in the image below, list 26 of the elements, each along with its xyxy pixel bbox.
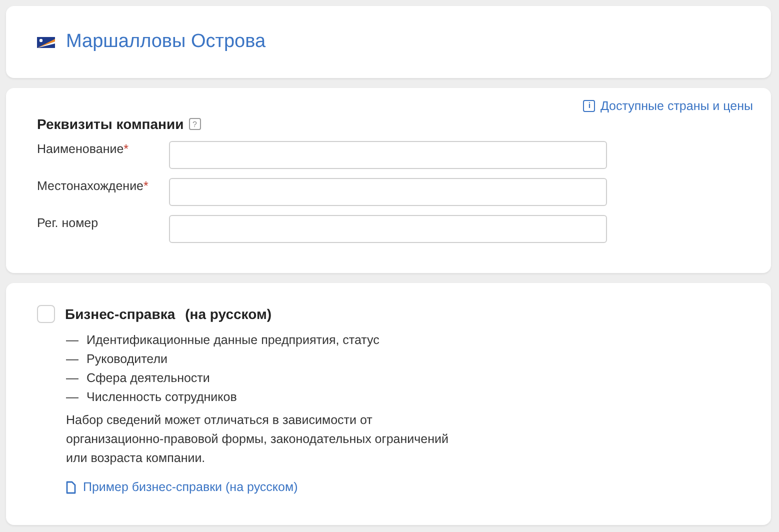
- field-label: Наименование*: [37, 141, 130, 156]
- input-field[interactable]: [169, 141, 607, 169]
- section-title: Реквизиты компании: [37, 116, 184, 132]
- checkbox[interactable]: [37, 305, 55, 323]
- list-item-text: Численность сотрудников: [86, 389, 237, 406]
- info-icon: i: [583, 100, 596, 112]
- dash-mark: —: [66, 370, 78, 387]
- list-item-text: Идентификационные данные предприятия, статус: [86, 332, 380, 349]
- input-field[interactable]: [169, 215, 607, 243]
- countries-prices-link[interactable]: i Доступные страны и цены: [583, 98, 753, 114]
- input-field[interactable]: [169, 178, 607, 206]
- dash-mark: —: [66, 351, 78, 368]
- note-text: Набор сведений может отличаться в зависимости от организационно-правовой формы, законодательных ограничений или возраста компании.: [66, 412, 450, 467]
- report-language: (на русском): [185, 306, 272, 322]
- help-icon[interactable]: ?: [188, 118, 201, 130]
- document-icon: [66, 480, 76, 494]
- flag-icon: [37, 36, 55, 48]
- sample-report-link[interactable]: Пример бизнес-справки (на русском): [66, 480, 298, 494]
- field-label: Местонахождение*: [37, 178, 150, 193]
- dash-mark: —: [66, 389, 78, 406]
- list-item-text: Сфера деятельности: [86, 370, 210, 387]
- list-item-text: Руководители: [86, 351, 168, 368]
- report-title: Бизнес-справка: [65, 306, 176, 322]
- field-label: Рег. номер: [37, 215, 100, 230]
- country-title: Маршалловы Острова: [66, 31, 266, 53]
- dash-mark: —: [66, 332, 78, 349]
